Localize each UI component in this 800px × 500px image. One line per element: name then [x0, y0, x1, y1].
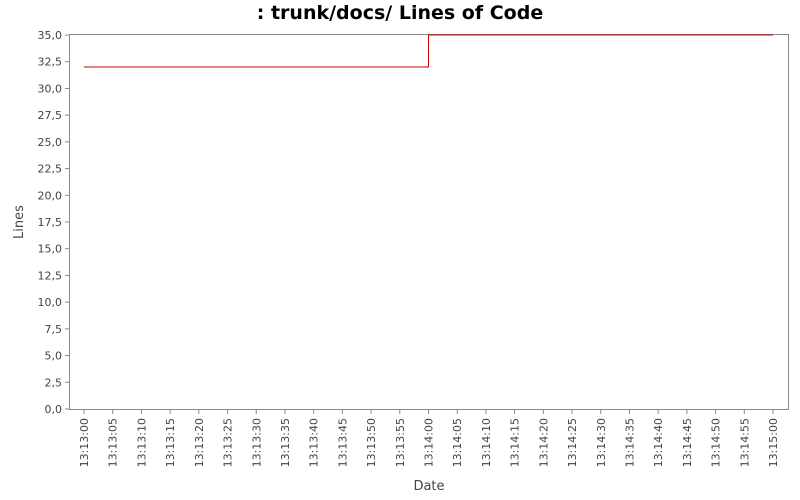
y-tick-label: 15,0: [38, 243, 63, 256]
x-tick-label: 13:14:55: [738, 418, 751, 467]
x-axis-label: Date: [413, 479, 444, 494]
x-tick-label: 13:15:00: [767, 418, 780, 467]
plot-area: [69, 34, 789, 410]
x-tick-label: 13:13:30: [250, 418, 263, 467]
x-axis: 13:13:00 13:13:05 13:13:10 13:13:15 13:13:20…: [78, 409, 780, 467]
y-axis: 0,0 2,5 5,0 7,5 10,0 12,5 15,0 17,5 20,0 22,5 25,0…: [38, 29, 70, 416]
y-tick-label: 7,5: [45, 323, 63, 336]
x-tick-label: 13:14:30: [595, 418, 608, 467]
y-axis-label: Lines: [12, 205, 27, 239]
x-tick-label: 13:13:00: [78, 418, 91, 467]
chart-svg: 0,0 2,5 5,0 7,5 10,0 12,5 15,0 17,5 20,0 22,5 25,0…: [12, 29, 789, 494]
y-tick-label: 27,5: [38, 109, 63, 122]
y-tick-label: 10,0: [38, 296, 63, 309]
x-tick-label: 13:14:35: [623, 418, 636, 467]
x-tick-label: 13:13:05: [107, 418, 120, 467]
x-tick-label: 13:14:00: [423, 418, 436, 467]
x-tick-label: 13:13:35: [279, 418, 292, 467]
x-tick-label: 13:14:20: [537, 418, 550, 467]
y-tick-label: 17,5: [38, 216, 63, 229]
y-tick-label: 12,5: [38, 269, 63, 282]
x-tick-label: 13:14:45: [681, 418, 694, 467]
x-tick-label: 13:14:40: [652, 418, 665, 467]
x-tick-label: 13:13:55: [394, 418, 407, 467]
x-tick-label: 13:13:25: [222, 418, 235, 467]
x-tick-label: 13:13:50: [365, 418, 378, 467]
x-tick-label: 13:14:10: [480, 418, 493, 467]
x-tick-label: 13:14:05: [451, 418, 464, 467]
x-tick-label: 13:13:15: [164, 418, 177, 467]
x-tick-label: 13:13:40: [308, 418, 321, 467]
y-tick-label: 22,5: [38, 163, 63, 176]
x-tick-label: 13:14:15: [509, 418, 522, 467]
y-tick-label: 5,0: [45, 350, 63, 363]
y-tick-label: 35,0: [38, 29, 63, 42]
y-tick-label: 20,0: [38, 189, 63, 202]
x-tick-label: 13:13:45: [336, 418, 349, 467]
y-tick-label: 25,0: [38, 136, 63, 149]
y-tick-label: 2,5: [45, 376, 63, 389]
y-tick-label: 0,0: [45, 403, 63, 416]
x-tick-label: 13:14:50: [710, 418, 723, 467]
x-tick-label: 13:13:10: [135, 418, 148, 467]
y-tick-label: 32,5: [38, 56, 63, 69]
x-tick-label: 13:14:25: [566, 418, 579, 467]
x-tick-label: 13:13:20: [193, 418, 206, 467]
y-tick-label: 30,0: [38, 82, 63, 95]
